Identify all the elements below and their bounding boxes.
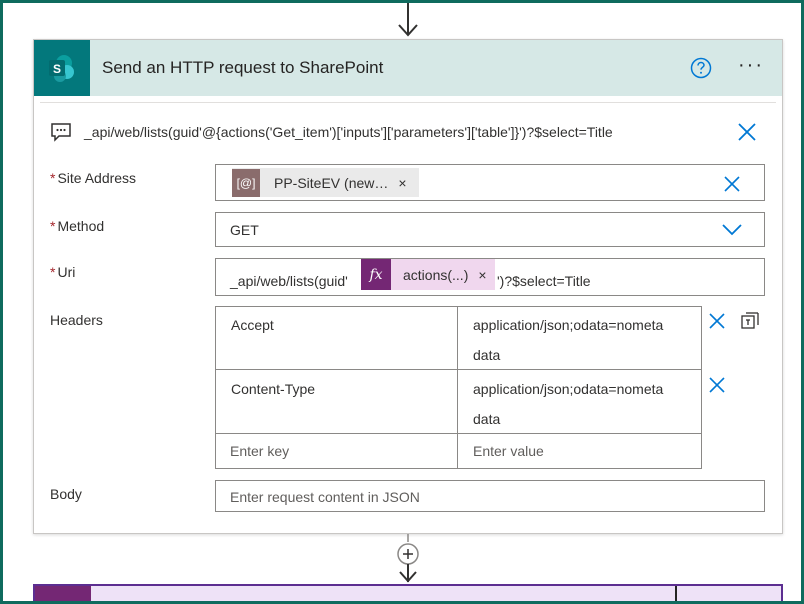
switch-to-text-mode-icon[interactable] — [740, 311, 760, 331]
header-divider — [40, 102, 776, 103]
header-key-cell[interactable]: Accept — [216, 307, 458, 370]
clear-icon[interactable] — [724, 176, 740, 192]
site-address-field[interactable]: [@] PP-SiteEV (new… × — [215, 164, 765, 201]
body-input[interactable]: Enter request content in JSON — [215, 480, 765, 512]
close-icon[interactable] — [737, 122, 757, 142]
body-label: Body — [50, 486, 82, 502]
header-value-cell[interactable]: application/json;odata=nometa data — [458, 370, 701, 434]
fx-expression-icon: fx — [361, 259, 391, 290]
headers-table: Accept application/json;odata=nometa dat… — [215, 306, 702, 469]
uri-suffix-text: ')?$select=Title — [497, 273, 591, 289]
method-dropdown[interactable]: GET — [215, 212, 765, 247]
sharepoint-logo-icon: S — [34, 40, 90, 96]
action-title: Send an HTTP request to SharePoint — [102, 58, 384, 77]
delete-row-icon[interactable] — [709, 313, 725, 329]
comment-icon[interactable] — [50, 122, 72, 142]
remove-token-icon[interactable]: × — [398, 175, 406, 191]
help-circle-icon[interactable] — [690, 57, 712, 79]
uri-field[interactable]: _api/web/lists(guid' fx actions(...) × '… — [215, 258, 765, 296]
method-value: GET — [230, 222, 259, 238]
expression-token[interactable]: fx actions(...) × — [361, 259, 495, 290]
next-action-card[interactable] — [33, 584, 783, 604]
site-address-label: * Site Address — [50, 170, 137, 186]
new-header-value-input[interactable]: Enter value — [458, 434, 701, 468]
expression-token-text: actions(...) — [403, 266, 469, 283]
new-header-key-input[interactable]: Enter key — [216, 434, 458, 468]
api-summary-text: _api/web/lists(guid'@{actions('Get_item'… — [84, 124, 613, 140]
header-value-cell[interactable]: application/json;odata=nometa data — [458, 307, 701, 370]
remove-token-icon[interactable]: × — [478, 267, 486, 283]
chevron-down-icon[interactable] — [722, 224, 742, 236]
delete-row-icon[interactable] — [709, 377, 725, 393]
headers-label: Headers — [50, 312, 103, 328]
site-address-token[interactable]: [@] PP-SiteEV (new… × — [232, 168, 419, 197]
add-step-button[interactable] — [396, 542, 420, 566]
uri-prefix-text: _api/web/lists(guid' — [230, 273, 348, 289]
next-action-logo-icon — [35, 586, 91, 604]
flow-arrow-icon — [398, 0, 418, 37]
dynamic-content-icon: [@] — [232, 168, 260, 197]
action-header[interactable]: S Send an HTTP request to SharePoint ··· — [34, 40, 782, 96]
site-address-token-text: PP-SiteEV (new… — [274, 174, 389, 191]
uri-label: * Uri — [50, 264, 76, 280]
action-summary-row: _api/web/lists(guid'@{actions('Get_item'… — [50, 120, 770, 144]
more-options-icon[interactable]: ··· — [734, 55, 768, 80]
header-key-cell[interactable]: Content-Type — [216, 370, 458, 434]
svg-text:S: S — [53, 62, 61, 76]
method-label: * Method — [50, 218, 105, 234]
card-divider — [675, 586, 677, 604]
http-request-action-card: S Send an HTTP request to SharePoint ···… — [33, 39, 783, 534]
